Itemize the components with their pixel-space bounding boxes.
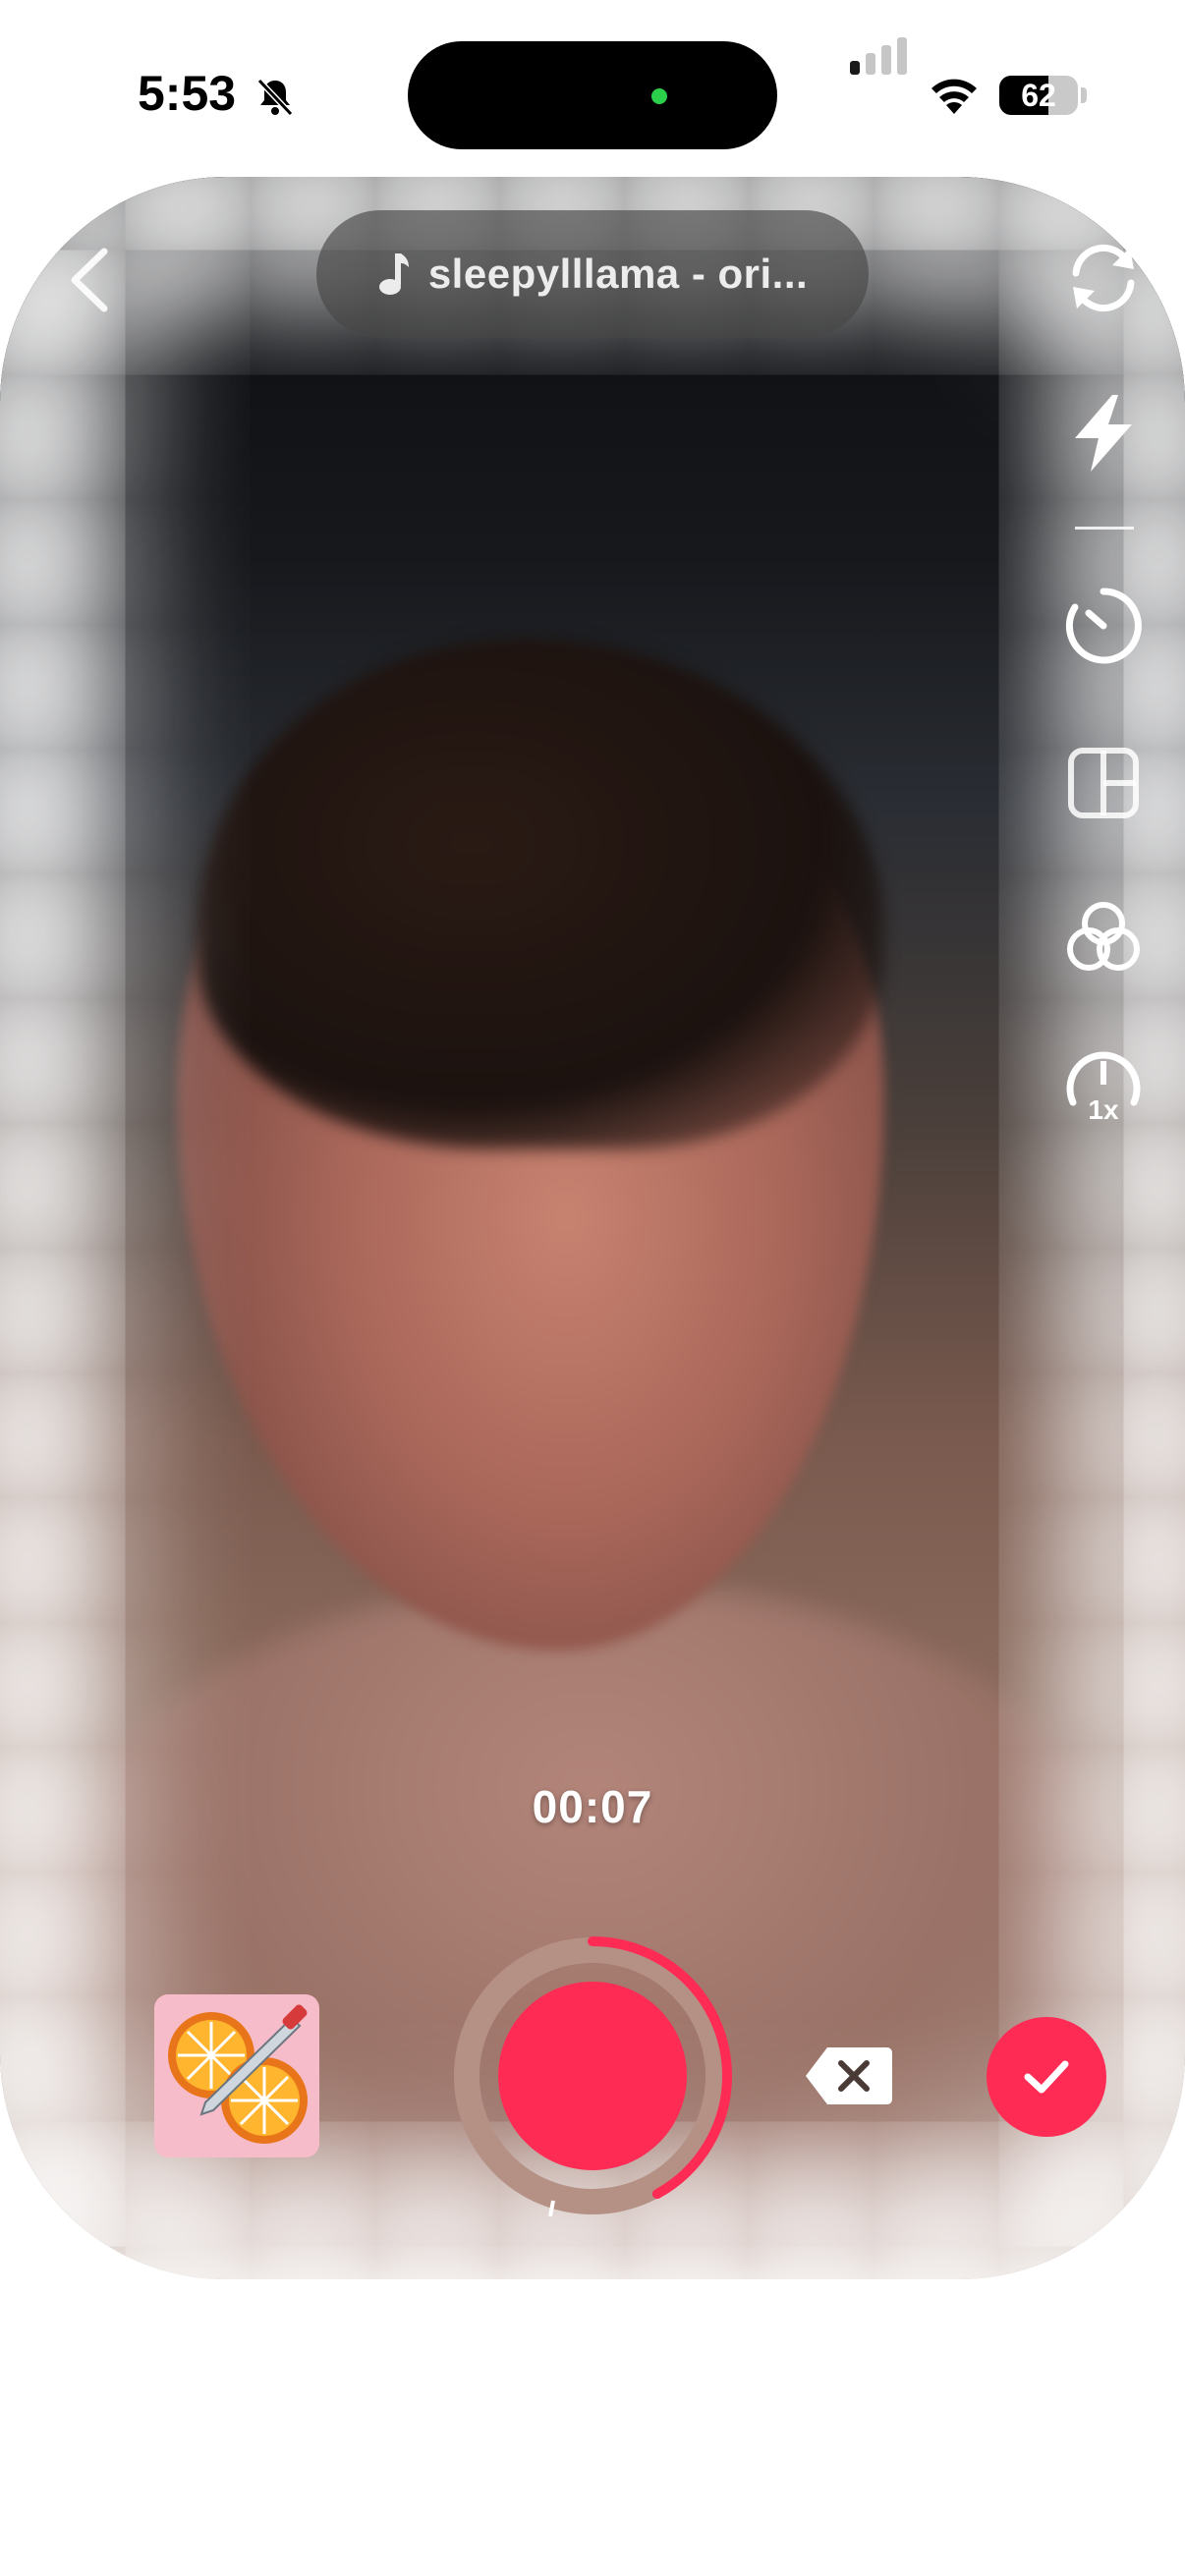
battery-icon: 62 [999,76,1078,115]
battery-nub [1081,87,1087,103]
flip-camera-icon[interactable] [1061,236,1146,320]
chevron-left-icon[interactable] [59,246,128,314]
record-button-icon [498,1982,687,2170]
wifi-icon [931,79,977,114]
music-note-icon [378,253,409,295]
orange-slice-effect-icon [168,2004,308,2144]
rail-divider [1075,527,1134,530]
sound-title: sleepylllama - ori... [427,251,809,297]
bell-muted-icon [256,78,294,117]
add-sound-button[interactable]: sleepylllama - ori... [316,210,869,338]
speed-label: 1x [1088,1094,1119,1125]
confirm-button[interactable] [987,2017,1106,2137]
dynamic-island [408,41,777,149]
speed-button[interactable]: 1x [1061,1041,1146,1149]
camera-active-indicator [651,88,667,104]
filters-icon[interactable] [1061,896,1146,980]
record-button[interactable] [450,1933,735,2218]
flash-icon[interactable] [1061,391,1146,476]
status-time: 5:53 [138,66,237,121]
delete-segment-icon[interactable] [804,2045,894,2106]
layout-grid-icon[interactable] [1061,741,1146,825]
effects-button[interactable] [154,1994,319,2157]
battery-percent: 62 [1021,78,1056,113]
timer-icon[interactable] [1061,584,1146,668]
checkmark-icon [1024,2060,1069,2094]
recording-timer: 00:07 [532,1781,653,1832]
